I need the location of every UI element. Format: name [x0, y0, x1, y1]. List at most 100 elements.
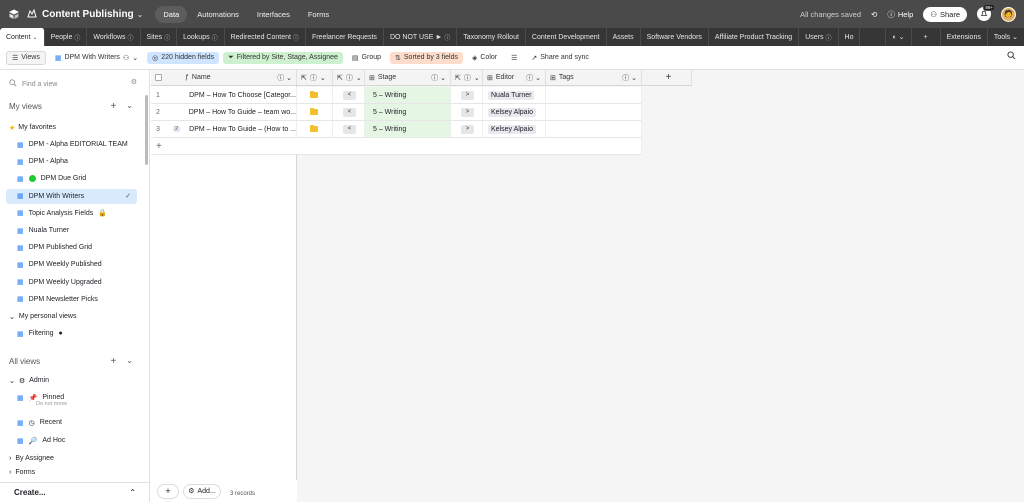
sidebar-scrollbar[interactable] [145, 95, 148, 165]
tab-lookups[interactable]: Lookups ⓘ [177, 28, 225, 46]
tags-cell[interactable] [546, 121, 642, 138]
hide-fields-button[interactable]: ◎ 220 hidden fields [147, 51, 220, 64]
nav-data[interactable]: Data [155, 5, 188, 23]
section-admin[interactable]: ⌄ ⚙ Admin [6, 373, 137, 388]
add-view-icon[interactable]: + [110, 356, 116, 367]
prev-stage-button[interactable]: < [343, 90, 356, 100]
tab-users[interactable]: Users ⓘ [799, 28, 839, 46]
section-forms[interactable]: › Forms [6, 468, 137, 476]
tags-cell[interactable] [546, 104, 642, 121]
select-all-checkbox[interactable] [155, 74, 162, 81]
share-sync-button[interactable]: ↗ Share and sync [526, 52, 594, 64]
tab-workflows[interactable]: Workflows ⓘ [87, 28, 141, 46]
editor-cell[interactable]: Kelsey Alpaio [483, 104, 546, 121]
find-view-search[interactable]: Find a view ⚙ [9, 78, 137, 90]
stage-cell[interactable]: 5 – Writing [365, 121, 451, 138]
editor-cell[interactable]: Nuala Turner [483, 87, 546, 104]
all-views-header[interactable]: All views + ⌄ [9, 356, 137, 367]
folder-cell[interactable] [297, 104, 333, 121]
header-lookup-1[interactable]: ⇱ ⓘ ⌄ [297, 70, 333, 86]
add-table-button[interactable]: + [912, 28, 941, 46]
avatar[interactable]: 🧑 [1001, 6, 1016, 22]
sidebar-item-recent[interactable]: ▦ ◷ Recent [6, 415, 137, 430]
tab-content-development[interactable]: Content Development [526, 28, 607, 46]
sidebar-item-topic-analysis-fields[interactable]: ▦ Topic Analysis Fields 🔒 [6, 206, 137, 221]
search-icon[interactable] [1007, 51, 1016, 62]
tab-ho[interactable]: Ho [839, 28, 861, 46]
prev-stage-cell[interactable]: < [333, 104, 365, 121]
chevron-down-icon[interactable]: ⌄ [126, 101, 133, 112]
nav-automations[interactable]: Automations [189, 6, 247, 23]
current-view-button[interactable]: ▦ DPM With Writers ⚇ ⌄ [50, 52, 143, 64]
next-stage-cell[interactable]: > [451, 87, 483, 104]
row-height-button[interactable]: ☰ [506, 52, 522, 64]
group-button[interactable]: ▤ Group [347, 52, 386, 64]
sidebar-item-dpm-with-writers[interactable]: ▦ DPM With Writers ✓ [6, 188, 137, 204]
add-row-button[interactable]: + [151, 138, 642, 155]
sidebar-item-ad-hoc[interactable]: ▦ 🔎 Ad Hoc [6, 433, 137, 448]
add-column-button[interactable]: + [642, 70, 692, 86]
prev-stage-cell[interactable]: < [333, 87, 365, 104]
tab-sites[interactable]: Sites ⓘ [141, 28, 178, 46]
tab-redirected-content[interactable]: Redirected Content ⓘ [225, 28, 306, 46]
tab-assets[interactable]: Assets [607, 28, 641, 46]
sidebar-item-dpm-alpha[interactable]: ▦ DPM - Alpha [6, 154, 137, 169]
sidebar-item-dpm-due-grid[interactable]: ▦ DPM Due Grid [6, 171, 137, 186]
add-more-button[interactable]: ⚙ Add... [183, 483, 221, 499]
chevron-down-icon[interactable]: ⓘ ⌄ [277, 73, 292, 83]
sidebar-item-dpm-newsletter-picks[interactable]: ▦ DPM Newsletter Picks [6, 292, 137, 307]
gear-icon[interactable]: ⚙ [131, 78, 137, 86]
my-favorites-header[interactable]: ★ My favorites [6, 120, 137, 135]
prev-stage-button[interactable]: < [343, 107, 356, 117]
folder-cell[interactable] [297, 121, 333, 138]
section-by-assignee[interactable]: › By Assignee [6, 451, 137, 466]
tab-software-vendors[interactable]: Software Vendors [641, 28, 709, 46]
prev-stage-cell[interactable]: < [333, 121, 365, 138]
sidebar-item-nuala-turner[interactable]: ▦ Nuala Turner [6, 223, 137, 238]
tab-freelancer-requests[interactable]: Freelancer Requests [306, 28, 384, 46]
history-icon[interactable]: ⟲ [871, 10, 877, 19]
sidebar-item-pinned[interactable]: ▦ 📌 Pinned Do not move [6, 390, 137, 407]
views-toggle-button[interactable]: ☰ Views [6, 50, 46, 65]
sidebar-item-dpm-weekly-upgraded[interactable]: ▦ DPM Weekly Upgraded [6, 275, 137, 290]
sidebar-item-dpm-published-grid[interactable]: ▦ DPM Published Grid [6, 240, 137, 255]
header-button-next[interactable]: ⇱ ⓘ ⌄ [451, 70, 483, 86]
nav-interfaces[interactable]: Interfaces [249, 6, 298, 23]
filter-button[interactable]: ⏷ Filtered by Site, Stage, Assignee [223, 51, 343, 64]
add-view-icon[interactable]: + [110, 101, 116, 112]
sort-button[interactable]: ⇅ Sorted by 3 fields [390, 51, 463, 64]
base-name[interactable]: Content Publishing [42, 9, 134, 20]
chevron-down-icon[interactable]: ⌄ [126, 356, 133, 367]
header-editor[interactable]: ⊞ Editor ⓘ ⌄ [483, 70, 546, 86]
comment-count-badge[interactable]: 2 [173, 126, 181, 132]
my-personal-views-header[interactable]: ⌄ My personal views [6, 309, 137, 324]
extensions-button[interactable]: Extensions [941, 28, 988, 46]
notifications-bell-icon[interactable]: 99+ [977, 4, 995, 21]
tab-affiliate-product-tracking[interactable]: Affiliate Product Tracking [709, 28, 800, 46]
folder-cell[interactable] [297, 87, 333, 104]
next-stage-cell[interactable]: > [451, 104, 483, 121]
sidebar-item-filtering[interactable]: ▦ Filtering ● [6, 326, 137, 341]
chevron-down-icon[interactable]: ⌄ [137, 10, 144, 19]
header-button-prev[interactable]: ⇱ ⓘ ⌄ [333, 70, 365, 86]
sidebar-item-dpm-weekly-published[interactable]: ▦ DPM Weekly Published [6, 257, 137, 272]
help-link[interactable]: ⓘ Help [887, 9, 913, 20]
table-row-name-cell[interactable]: 3 2 DPM – How To Guide – (How to ... [151, 121, 297, 138]
next-stage-button[interactable]: > [461, 90, 474, 100]
all-tables-icon[interactable]: ◐ ⌄ [885, 28, 912, 46]
header-stage[interactable]: ⊞ Stage ⓘ ⌄ [365, 70, 451, 86]
editor-cell[interactable]: Kelsey Alpaio [483, 121, 546, 138]
next-stage-button[interactable]: > [461, 124, 474, 134]
tab-people[interactable]: People ⓘ [45, 28, 88, 46]
tab-do-not-use[interactable]: DO NOT USE ► ⓘ [384, 28, 458, 46]
tab-content[interactable]: Content ⌄ [0, 28, 45, 46]
airtable-logo-icon[interactable] [8, 8, 20, 20]
header-name[interactable]: ƒ Name ⓘ ⌄ [151, 70, 297, 86]
next-stage-cell[interactable]: > [451, 121, 483, 138]
tools-button[interactable]: Tools ⌄ [988, 28, 1024, 46]
header-tags[interactable]: ⊞ Tags ⓘ ⌄ [546, 70, 642, 86]
next-stage-button[interactable]: > [461, 107, 474, 117]
my-views-header[interactable]: My views + ⌄ [9, 101, 137, 112]
table-row-name-cell[interactable]: 1 DPM – How To Choose [Categor... [151, 87, 297, 104]
table-row-name-cell[interactable]: 2 DPM – How To Guide – team wo... [151, 104, 297, 121]
